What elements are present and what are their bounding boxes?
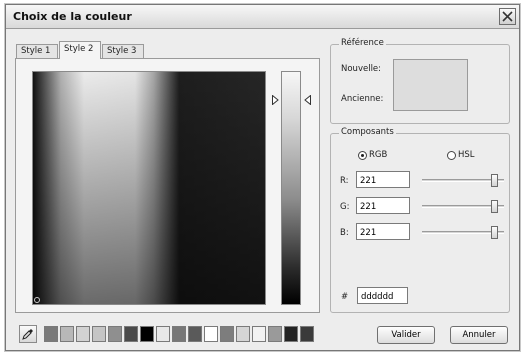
color-preview (393, 59, 468, 111)
hex-label: # (341, 292, 349, 302)
green-input[interactable] (356, 197, 410, 214)
window-title: Choix de la couleur (13, 10, 132, 23)
color-swatch[interactable] (300, 326, 314, 342)
color-gradient-area[interactable] (32, 71, 266, 305)
rgb-radio[interactable]: RGB (358, 150, 387, 160)
color-swatch[interactable] (252, 326, 266, 342)
tab-style-1-label: Style 1 (21, 46, 51, 56)
blue-slider[interactable] (422, 226, 504, 239)
cancel-button[interactable]: Annuler (450, 326, 508, 344)
green-slider-thumb[interactable] (491, 200, 498, 213)
color-swatch[interactable] (76, 326, 90, 342)
hex-input[interactable] (357, 287, 408, 304)
blue-slider-thumb[interactable] (491, 226, 498, 239)
blue-input[interactable] (356, 223, 410, 240)
components-group: Composants RGB HSL R: G: B: # (330, 127, 510, 313)
color-swatch[interactable] (220, 326, 234, 342)
hsl-radio-label: HSL (458, 150, 475, 160)
color-swatch[interactable] (284, 326, 298, 342)
tab-style-3[interactable]: Style 3 (102, 44, 144, 58)
components-legend: Composants (339, 127, 396, 137)
eyedropper-button[interactable] (19, 325, 37, 343)
new-color-label: Nouvelle: (341, 64, 382, 74)
luminance-bar[interactable] (281, 71, 301, 305)
ok-button[interactable]: Valider (377, 326, 435, 344)
color-swatch[interactable] (44, 326, 58, 342)
red-input[interactable] (356, 171, 410, 188)
reference-group: Référence Nouvelle: Ancienne: (330, 38, 510, 124)
color-swatch[interactable] (108, 326, 122, 342)
slider-arrow-left-icon[interactable] (304, 95, 311, 105)
color-swatch[interactable] (204, 326, 218, 342)
old-color-label: Ancienne: (341, 94, 384, 104)
hsl-radio-circle (447, 150, 456, 160)
color-swatch[interactable] (188, 326, 202, 342)
tab-style-1[interactable]: Style 1 (16, 44, 58, 58)
close-button[interactable] (499, 8, 516, 25)
tab-style-2[interactable]: Style 2 (59, 41, 101, 59)
rgb-radio-label: RGB (369, 150, 388, 160)
style-2-panel (15, 58, 320, 313)
color-swatch[interactable] (268, 326, 282, 342)
rgb-radio-circle (358, 150, 367, 160)
color-swatch[interactable] (172, 326, 186, 342)
color-swatch[interactable] (92, 326, 106, 342)
tab-style-3-label: Style 3 (107, 46, 137, 56)
close-icon (502, 11, 513, 22)
reference-legend: Référence (339, 38, 386, 48)
color-swatch[interactable] (236, 326, 250, 342)
color-swatch[interactable] (124, 326, 138, 342)
tab-style-2-label: Style 2 (64, 44, 94, 54)
green-label: G: (340, 202, 350, 212)
slider-arrow-right-icon[interactable] (272, 95, 279, 105)
green-slider[interactable] (422, 200, 504, 213)
color-swatch[interactable] (156, 326, 170, 342)
color-swatch[interactable] (60, 326, 74, 342)
blue-label: B: (340, 228, 349, 238)
hsl-radio[interactable]: HSL (447, 150, 475, 160)
red-label: R: (340, 176, 349, 186)
eyedropper-icon (22, 329, 33, 340)
gradient-picker-marker[interactable] (34, 297, 40, 303)
color-swatch[interactable] (140, 326, 154, 342)
red-slider[interactable] (422, 174, 504, 187)
title-bar[interactable]: Choix de la couleur (6, 5, 519, 29)
red-slider-thumb[interactable] (491, 174, 498, 187)
